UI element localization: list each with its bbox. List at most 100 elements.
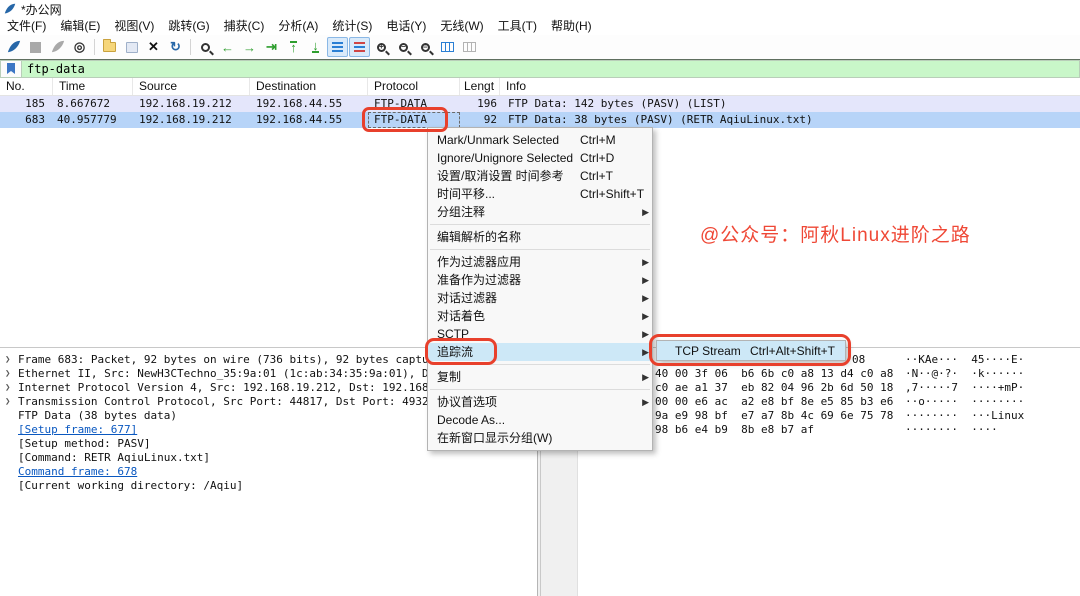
menu-item-edit-resolved-name[interactable]: 编辑解析的名称 [428,228,652,246]
submenu-arrow-icon: ▶ [642,203,649,221]
menu-item-time-shift[interactable]: 时间平移...Ctrl+Shift+T [428,185,652,203]
main-toolbar: ◎ ✕ ↻ ← → ⇥ ↑ ↓ + − = [0,35,1080,59]
detail-line[interactable]: [Command: RETR AqiuLinux.txt] [0,451,537,465]
save-file-icon[interactable] [121,37,142,57]
menu-bar: 文件(F) 编辑(E) 视图(V) 跳转(G) 捕获(C) 分析(A) 统计(S… [0,18,1080,35]
start-capture-icon[interactable] [3,37,24,57]
column-header-no[interactable]: No. [0,78,53,95]
column-header-time[interactable]: Time [53,78,133,95]
watermark-annotation: @公众号：阿秋Linux进阶之路 [700,220,971,247]
go-to-packet-icon[interactable]: ⇥ [261,37,282,57]
packet-bytes-pane[interactable]: 08··KAe··· 45····E· 40 00 3f 06 b6 6b c0… [578,348,1080,596]
hex-row: 00 00 e6 ac a2 e8 bf 8e e5 85 b3 e6··o··… [578,395,1080,409]
submenu-arrow-icon: ▶ [642,271,649,289]
menu-separator [430,364,650,365]
cell-destination: 192.168.44.55 [250,96,368,112]
zoom-original-icon[interactable]: = [415,37,436,57]
menu-separator [430,224,650,225]
cell-source: 192.168.19.212 [133,112,250,128]
column-header-info[interactable]: Info [500,78,1080,95]
menu-item-conversation-filter[interactable]: 对话过滤器▶ [428,289,652,307]
cell-time: 8.667672 [53,96,133,112]
menu-item-packet-comment[interactable]: 分组注释▶ [428,203,652,221]
toolbar-separator [94,39,95,55]
wireshark-logo-icon [4,3,16,15]
cell-protocol: FTP-DATA [368,96,460,112]
menu-statistics[interactable]: 统计(S) [325,18,379,35]
next-packet-icon[interactable]: → [239,37,260,57]
display-filter-input[interactable]: ftp-data [22,60,1080,78]
menu-item-follow-stream[interactable]: 追踪流▶ [428,343,652,361]
menu-item-apply-as-filter[interactable]: 作为过滤器应用▶ [428,253,652,271]
menu-item-ignore-unignore[interactable]: Ignore/Unignore SelectedCtrl+D [428,149,652,167]
hex-row: 98 b6 e4 b9 8b e8 b7 af········ ···· [578,423,1080,437]
column-header-protocol[interactable]: Protocol [368,78,460,95]
follow-stream-submenu: TCP Stream Ctrl+Alt+Shift+T [656,340,846,361]
last-packet-icon[interactable]: ↓ [305,37,326,57]
column-header-source[interactable]: Source [133,78,250,95]
menu-edit[interactable]: 编辑(E) [53,18,107,35]
packet-row-185[interactable]: 185 8.667672 192.168.19.212 192.168.44.5… [0,96,1080,112]
menu-telephony[interactable]: 电话(Y) [379,18,433,35]
expander-icon[interactable]: ❯ [5,395,10,409]
menu-file[interactable]: 文件(F) [0,18,53,35]
column-header-length[interactable]: Lengt [460,78,500,95]
menu-item-copy[interactable]: 复制▶ [428,368,652,386]
restart-capture-icon[interactable] [47,37,68,57]
capture-options-icon[interactable]: ◎ [69,37,90,57]
menu-separator [430,249,650,250]
packet-context-menu: Mark/Unmark SelectedCtrl+M Ignore/Unigno… [427,127,653,451]
detail-line[interactable]: [Current working directory: /Aqiu] [0,479,537,493]
menu-help[interactable]: 帮助(H) [544,18,599,35]
reload-file-icon[interactable]: ↻ [165,37,186,57]
menu-item-colorize-conversation[interactable]: 对话着色▶ [428,307,652,325]
cell-length: 92 [460,112,500,128]
menu-item-protocol-preferences[interactable]: 协议首选项▶ [428,393,652,411]
menu-item-prepare-as-filter[interactable]: 准备作为过滤器▶ [428,271,652,289]
cell-destination: 192.168.44.55 [250,112,368,128]
menu-item-show-in-new-window[interactable]: 在新窗口显示分组(W) [428,429,652,447]
menu-item-mark-unmark[interactable]: Mark/Unmark SelectedCtrl+M [428,131,652,149]
resize-columns-icon[interactable] [437,37,458,57]
columns-icon[interactable] [459,37,480,57]
menu-item-time-reference[interactable]: 设置/取消设置 时间参考Ctrl+T [428,167,652,185]
title-bar: *办公网 [0,0,1080,18]
cell-time: 40.957779 [53,112,133,128]
packet-row-683-selected[interactable]: 683 40.957779 192.168.19.212 192.168.44.… [0,112,1080,128]
menu-wireless[interactable]: 无线(W) [433,18,490,35]
previous-packet-icon[interactable]: ← [217,37,238,57]
hex-row: 40 00 3f 06 b6 6b c0 a8 13 d4 c0 a8·N··@… [578,367,1080,381]
menu-capture[interactable]: 捕获(C) [217,18,272,35]
expander-icon[interactable]: ❯ [5,367,10,381]
detail-line-command-frame-link[interactable]: Command frame: 678 [0,465,537,479]
auto-scroll-icon[interactable] [327,37,348,57]
colorize-icon[interactable] [349,37,370,57]
expander-icon[interactable]: ❯ [5,381,10,395]
cell-no: 185 [0,96,53,112]
submenu-arrow-icon: ▶ [642,307,649,325]
menu-tools[interactable]: 工具(T) [491,18,544,35]
packet-list-header: No. Time Source Destination Protocol Len… [0,78,1080,96]
first-packet-icon[interactable]: ↑ [283,37,304,57]
menu-item-sctp[interactable]: SCTP▶ [428,325,652,343]
menu-item-decode-as[interactable]: Decode As... [428,411,652,429]
hex-row: 9a e9 98 bf e7 a7 8b 4c 69 6e 75 78·····… [578,409,1080,423]
menu-analyze[interactable]: 分析(A) [271,18,325,35]
menu-view[interactable]: 视图(V) [107,18,161,35]
submenu-arrow-icon: ▶ [642,343,649,361]
hex-row: c0 ae a1 37 eb 82 04 96 2b 6d 50 18,7···… [578,381,1080,395]
submenu-item-tcp-stream[interactable]: TCP Stream Ctrl+Alt+Shift+T [657,341,845,360]
close-file-icon[interactable]: ✕ [143,37,164,57]
open-file-icon[interactable] [99,37,120,57]
menu-separator [430,389,650,390]
column-header-destination[interactable]: Destination [250,78,368,95]
stop-capture-icon[interactable] [25,37,46,57]
submenu-arrow-icon: ▶ [642,393,649,411]
find-packet-icon[interactable] [195,37,216,57]
zoom-out-icon[interactable]: − [393,37,414,57]
menu-go[interactable]: 跳转(G) [161,18,216,35]
bookmark-icon[interactable] [0,60,22,78]
wireshark-window: *办公网 文件(F) 编辑(E) 视图(V) 跳转(G) 捕获(C) 分析(A)… [0,0,1080,596]
expander-icon[interactable]: ❯ [5,353,10,367]
zoom-in-icon[interactable]: + [371,37,392,57]
